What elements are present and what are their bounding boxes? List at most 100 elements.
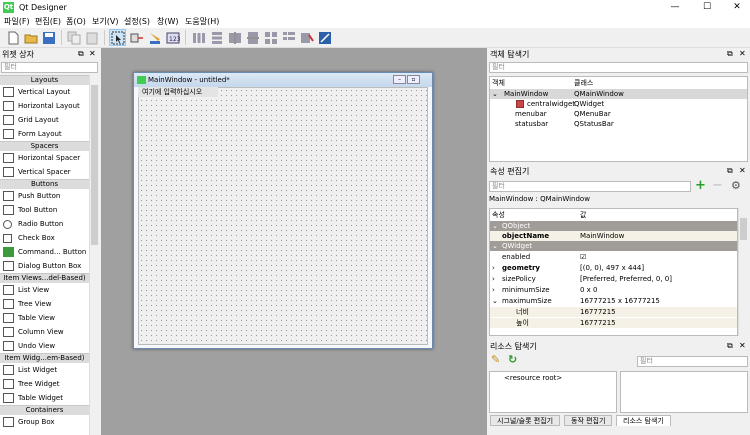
expand-arrow-icon[interactable]: › — [492, 274, 495, 284]
adjust-size-icon[interactable] — [316, 29, 333, 46]
reload-icon[interactable]: ↻ — [508, 354, 517, 366]
save-icon[interactable] — [40, 29, 57, 46]
category-layouts[interactable]: Layouts — [0, 75, 89, 85]
form-canvas[interactable] — [138, 87, 428, 345]
widget-list-view[interactable]: List View — [0, 283, 89, 297]
widget-grid-layout[interactable]: Grid Layout — [0, 113, 89, 127]
expand-arrow-icon[interactable]: ⌄ — [492, 221, 498, 231]
widget-list-scrollbar[interactable] — [89, 75, 99, 435]
expand-arrow-icon[interactable]: › — [492, 263, 495, 273]
category-item-views[interactable]: Item Views...del-Based) — [0, 273, 89, 283]
widget-check-box[interactable]: Check Box — [0, 231, 89, 245]
remove-dynamic-property-icon[interactable]: − — [712, 179, 723, 192]
minimize-button[interactable]: — — [660, 0, 690, 15]
widget-column-view[interactable]: Column View — [0, 325, 89, 339]
category-item-widgets[interactable]: Item Widg...em-Based) — [0, 353, 89, 363]
menu-view[interactable]: 보기(V) — [92, 16, 118, 27]
widget-radio-button[interactable]: Radio Button — [0, 217, 89, 231]
widget-table-widget[interactable]: Table Widget — [0, 391, 89, 405]
float-icon[interactable]: ⧉ — [727, 341, 733, 351]
close-icon[interactable]: ✕ — [739, 341, 746, 350]
property-value[interactable]: MainWindow — [580, 231, 624, 241]
expand-arrow-icon[interactable]: ⌄ — [492, 89, 498, 99]
object-name-cell[interactable]: MainWindow — [504, 89, 548, 99]
resource-filter-input[interactable]: 필터 — [637, 356, 748, 367]
scrollbar-thumb[interactable] — [91, 85, 98, 245]
object-name-cell[interactable]: centralwidget — [527, 99, 575, 109]
widget-list-widget[interactable]: List Widget — [0, 363, 89, 377]
widget-tool-button[interactable]: Tool Button — [0, 203, 89, 217]
form-minimize-button[interactable]: – — [393, 75, 406, 84]
widget-vertical-layout[interactable]: Vertical Layout — [0, 85, 89, 99]
property-value[interactable]: 16777215 x 16777215 — [580, 296, 660, 306]
expand-arrow-icon[interactable]: › — [492, 285, 495, 295]
edit-buddies-icon[interactable] — [146, 29, 163, 46]
widget-table-view[interactable]: Table View — [0, 311, 89, 325]
column-header-value[interactable]: 값 — [580, 210, 586, 220]
widget-push-button[interactable]: Push Button — [0, 189, 89, 203]
float-icon[interactable]: ⧉ — [727, 166, 733, 176]
close-icon[interactable]: ✕ — [739, 49, 746, 58]
layout-horizontal-icon[interactable] — [190, 29, 207, 46]
layout-form-icon[interactable] — [280, 29, 297, 46]
break-layout-icon[interactable] — [298, 29, 315, 46]
property-value[interactable]: 16777215 — [580, 307, 616, 317]
edit-signals-slots-icon[interactable] — [128, 29, 145, 46]
widget-form-layout[interactable]: Form Layout — [0, 127, 89, 141]
resource-root-item[interactable]: <resource root> — [504, 373, 562, 383]
widget-tree-widget[interactable]: Tree Widget — [0, 377, 89, 391]
edit-resources-pencil-icon[interactable]: ✎ — [491, 354, 500, 366]
widget-horizontal-layout[interactable]: Horizontal Layout — [0, 99, 89, 113]
menu-type-here-hint[interactable]: 여기에 입력하십시오 — [138, 87, 218, 97]
configure-wrench-icon[interactable]: ⚙ — [731, 179, 741, 192]
menu-file[interactable]: 파일(F) — [4, 16, 30, 27]
float-icon[interactable]: ⧉ — [78, 49, 84, 59]
layout-grid-icon[interactable] — [262, 29, 279, 46]
property-value[interactable]: 0 x 0 — [580, 285, 598, 295]
form-title-bar[interactable]: MainWindow - untitled* — [134, 73, 432, 87]
column-header-object[interactable]: 객체 — [492, 78, 505, 88]
form-maximize-button[interactable]: ▫ — [407, 75, 420, 84]
menu-form[interactable]: 폼(O) — [66, 16, 86, 27]
tab-action-editor[interactable]: 동작 편집기 — [564, 415, 613, 426]
property-scrollbar[interactable] — [738, 208, 748, 336]
tab-resource-browser[interactable]: 리소스 탐색기 — [616, 415, 671, 426]
expand-arrow-icon[interactable]: ⌄ — [492, 241, 498, 251]
category-buttons[interactable]: Buttons — [0, 179, 89, 189]
scrollbar-thumb[interactable] — [740, 218, 747, 240]
float-icon[interactable]: ⧉ — [727, 49, 733, 59]
widget-group-box[interactable]: Group Box — [0, 415, 89, 429]
widget-tree-view[interactable]: Tree View — [0, 297, 89, 311]
close-icon[interactable]: ✕ — [89, 49, 96, 58]
edit-widgets-icon[interactable] — [109, 29, 126, 46]
layout-splitter-horizontal-icon[interactable] — [226, 29, 243, 46]
new-file-icon[interactable] — [4, 29, 21, 46]
widget-filter-input[interactable]: 필터 — [1, 62, 98, 73]
close-icon[interactable]: ✕ — [739, 166, 746, 175]
widget-dialog-button-box[interactable]: Dialog Button Box — [0, 259, 89, 273]
widget-vertical-spacer[interactable]: Vertical Spacer — [0, 165, 89, 179]
property-value[interactable]: [(0, 0), 497 x 444] — [580, 263, 644, 273]
property-value[interactable]: [Preferred, Preferred, 0, 0] — [580, 274, 672, 284]
widget-command-link-button[interactable]: Command... Button — [0, 245, 89, 259]
open-folder-icon[interactable] — [22, 29, 39, 46]
menu-help[interactable]: 도움말(H) — [185, 16, 219, 27]
object-filter-input[interactable]: 필터 — [489, 62, 748, 73]
maximize-button[interactable]: ☐ — [692, 0, 722, 15]
column-header-class[interactable]: 클래스 — [574, 78, 593, 88]
add-dynamic-property-icon[interactable]: + — [695, 179, 706, 192]
expand-arrow-icon[interactable]: ⌄ — [492, 296, 498, 306]
category-containers[interactable]: Containers — [0, 405, 89, 415]
menu-settings[interactable]: 설정(S) — [124, 16, 150, 27]
enabled-checkbox[interactable]: ☑ — [580, 252, 586, 262]
category-spacers[interactable]: Spacers — [0, 141, 89, 151]
widget-undo-view[interactable]: Undo View — [0, 339, 89, 353]
object-name-cell[interactable]: statusbar — [515, 119, 548, 129]
property-filter-input[interactable]: 필터 — [489, 181, 691, 192]
object-name-cell[interactable]: menubar — [515, 109, 547, 119]
close-button[interactable]: ✕ — [722, 0, 750, 15]
layout-vertical-icon[interactable] — [208, 29, 225, 46]
form-window[interactable]: MainWindow - untitled* – ▫ 여기에 입력하십시오 — [133, 72, 433, 349]
property-value[interactable]: 16777215 — [580, 318, 616, 328]
menu-window[interactable]: 창(W) — [157, 16, 179, 27]
